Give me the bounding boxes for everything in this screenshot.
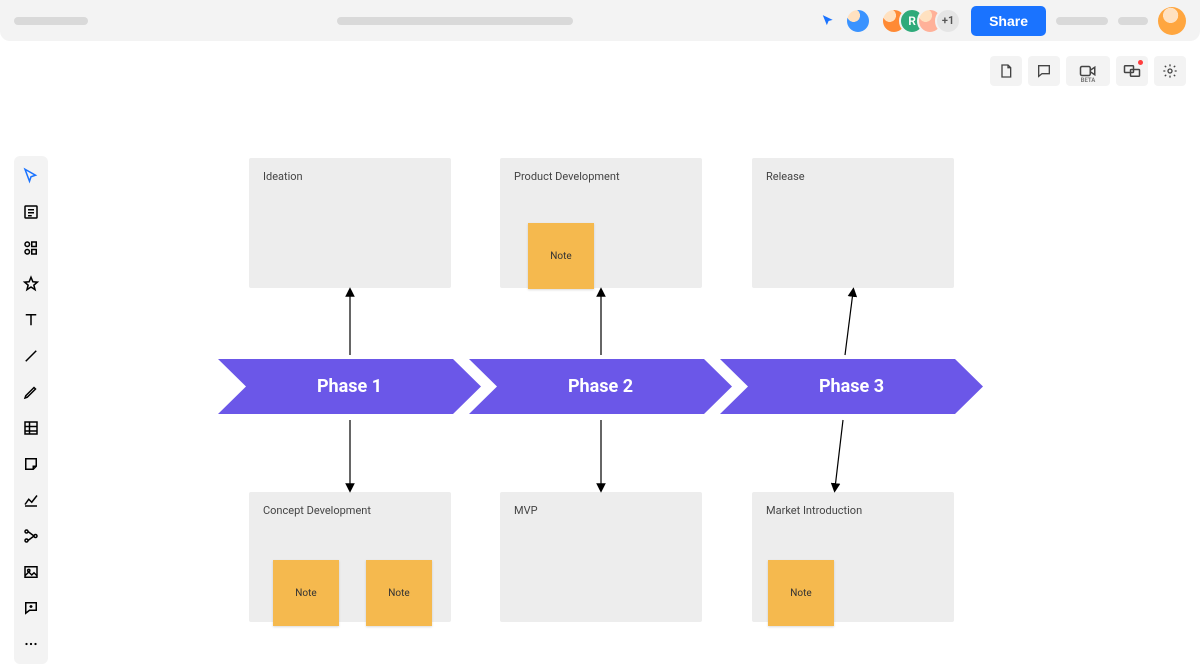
phase-label: Phase 1: [317, 376, 382, 397]
block-title: MVP: [514, 504, 538, 517]
phase-chevron-1[interactable]: Phase 1: [218, 359, 481, 414]
sticky-note[interactable]: Note: [366, 560, 432, 626]
sticky-label: Note: [295, 588, 316, 599]
block-title: Concept Development: [263, 504, 371, 517]
phase-chevron-2[interactable]: Phase 2: [469, 359, 732, 414]
sticky-note[interactable]: Note: [768, 560, 834, 626]
block-title: Release: [766, 170, 805, 183]
sticky-label: Note: [388, 588, 409, 599]
block-title: Product Development: [514, 170, 620, 183]
diagram-block-ideation[interactable]: Ideation: [249, 158, 451, 288]
block-title: Market Introduction: [766, 504, 862, 517]
phase-chevron-3[interactable]: Phase 3: [720, 359, 983, 414]
diagram-block-mvp[interactable]: MVP: [500, 492, 702, 622]
sticky-label: Note: [550, 251, 571, 262]
diagram-block-release[interactable]: Release: [752, 158, 954, 288]
more-tools[interactable]: [17, 630, 45, 658]
sticky-note[interactable]: Note: [528, 223, 594, 289]
diagram-canvas[interactable]: Ideation Product Development Release Con…: [0, 0, 1200, 630]
phase-label: Phase 3: [819, 376, 884, 397]
phase-label: Phase 2: [568, 376, 633, 397]
sticky-label: Note: [790, 588, 811, 599]
block-title: Ideation: [263, 170, 303, 183]
sticky-note[interactable]: Note: [273, 560, 339, 626]
